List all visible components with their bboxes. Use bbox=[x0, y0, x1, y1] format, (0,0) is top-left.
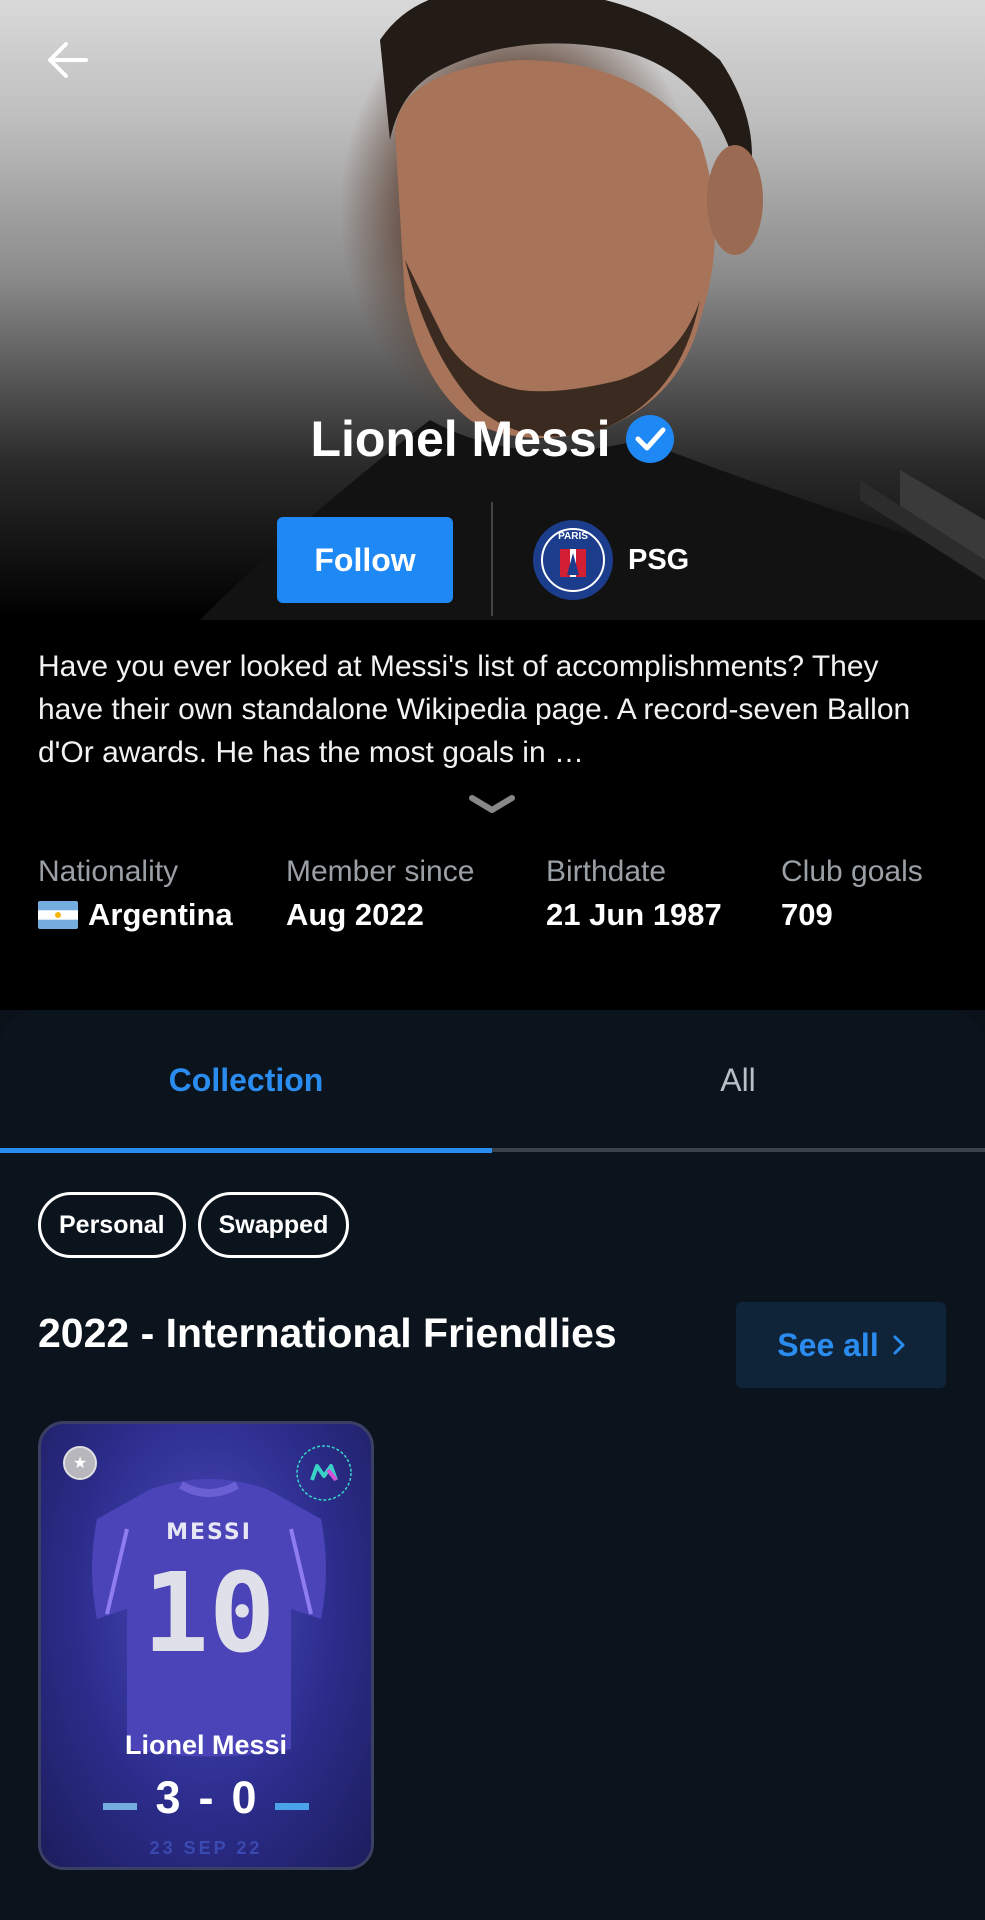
actions-divider bbox=[491, 502, 493, 616]
collectible-card[interactable]: ★ MESSI 10 Lionel Messi 3 - 0 23 SEP 22 bbox=[38, 1421, 374, 1870]
player-name: Lionel Messi bbox=[310, 411, 611, 467]
chevron-down-icon[interactable] bbox=[466, 790, 518, 820]
card-date: 23 SEP 22 bbox=[149, 1838, 263, 1858]
stat-label: Nationality bbox=[38, 855, 179, 888]
profile-actions: Follow PARIS PSG bbox=[0, 500, 985, 620]
chevron-right-icon bbox=[893, 1335, 905, 1355]
honduras-flag-icon bbox=[274, 1786, 309, 1810]
see-all-button[interactable]: See all bbox=[736, 1302, 946, 1388]
argentina-flag-icon bbox=[103, 1786, 138, 1810]
score-separator: - bbox=[198, 1772, 214, 1823]
club-name: PSG bbox=[628, 543, 690, 576]
back-button[interactable] bbox=[38, 30, 98, 90]
psg-logo-icon: PARIS bbox=[533, 520, 613, 600]
stat-label: Member since bbox=[286, 855, 475, 888]
psg-logo-text: PARIS bbox=[558, 531, 588, 542]
tab-all[interactable]: All bbox=[492, 1010, 984, 1150]
card-score: 3 - 0 bbox=[41, 1772, 371, 1824]
verified-badge-icon bbox=[625, 415, 674, 463]
jersey-image: MESSI 10 bbox=[92, 1479, 326, 1757]
filter-chip-personal[interactable]: Personal bbox=[38, 1192, 186, 1258]
filter-chips: Personal Swapped bbox=[38, 1192, 350, 1258]
club-link[interactable]: PARIS PSG bbox=[532, 519, 689, 601]
section-title: 2022 - International Friendlies bbox=[38, 1310, 617, 1356]
stat-club-goals: Club goals 709 bbox=[781, 855, 923, 933]
stat-value: 21 Jun 1987 bbox=[546, 897, 722, 932]
jersey-name: MESSI bbox=[166, 1520, 252, 1545]
away-score: 0 bbox=[231, 1772, 257, 1823]
stat-value-text: Argentina bbox=[88, 897, 233, 932]
filter-chip-swapped[interactable]: Swapped bbox=[197, 1192, 350, 1258]
stat-label: Club goals bbox=[781, 855, 923, 888]
name-row: Lionel Messi bbox=[0, 410, 985, 468]
stat-birthdate: Birthdate 21 Jun 1987 bbox=[546, 855, 722, 933]
arrow-left-icon bbox=[48, 42, 88, 78]
stat-value: Argentina bbox=[38, 897, 233, 933]
tab-collection[interactable]: Collection bbox=[0, 1010, 492, 1150]
stat-value: Aug 2022 bbox=[286, 897, 424, 932]
stats-row: Nationality Argentina Member since Aug 2… bbox=[0, 855, 985, 955]
stat-member-since: Member since Aug 2022 bbox=[286, 855, 474, 933]
stat-label: Birthdate bbox=[546, 855, 667, 888]
argentina-flag-icon bbox=[38, 901, 78, 929]
card-player-name: Lionel Messi bbox=[124, 1730, 288, 1760]
stat-nationality: Nationality Argentina bbox=[38, 855, 233, 933]
stat-value: 709 bbox=[781, 897, 833, 932]
jersey-number: 10 bbox=[143, 1549, 275, 1677]
player-bio: Have you ever looked at Messi's list of … bbox=[38, 650, 911, 769]
see-all-label: See all bbox=[777, 1326, 879, 1363]
follow-button[interactable]: Follow bbox=[277, 517, 453, 603]
star-badge-icon: ★ bbox=[63, 1446, 97, 1480]
home-score: 3 bbox=[155, 1772, 181, 1823]
tab-active-indicator bbox=[0, 1148, 492, 1153]
tab-bar: Collection All bbox=[0, 1010, 985, 1153]
profile-hero: Lionel Messi Follow PARIS PSG Have you e… bbox=[0, 0, 985, 1010]
